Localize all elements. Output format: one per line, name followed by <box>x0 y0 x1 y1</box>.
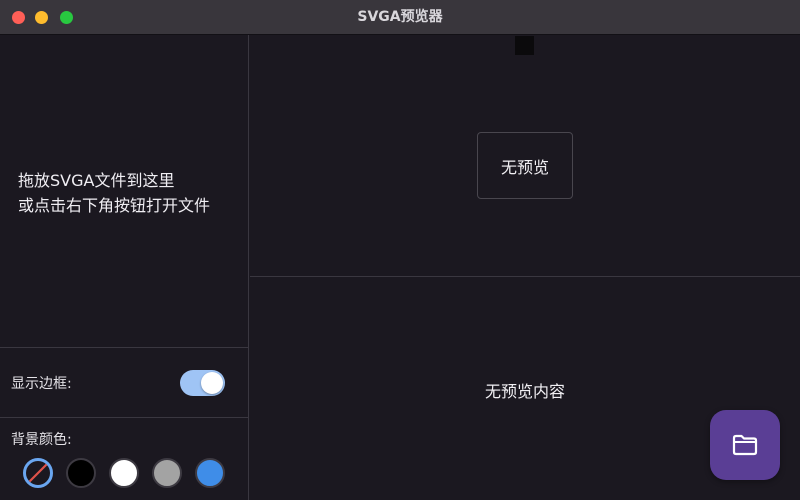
toggle-knob <box>201 372 223 394</box>
no-preview-placeholder: 无预览 <box>477 132 573 199</box>
show-border-label: 显示边框: <box>11 376 72 392</box>
open-file-button[interactable] <box>710 410 780 480</box>
drop-hint-line1: 拖放SVGA文件到这里 <box>18 171 175 190</box>
app-window: SVGA预览器 拖放SVGA文件到这里 或点击右下角按钮打开文件 显示边框: 背… <box>0 0 800 500</box>
drop-zone[interactable]: 拖放SVGA文件到这里 或点击右下角按钮打开文件 <box>18 168 210 218</box>
preview-anchor-block <box>515 36 534 55</box>
swatch-transparent[interactable] <box>23 458 53 488</box>
show-border-toggle[interactable] <box>180 370 225 396</box>
animation-preview-area: 无预览 <box>250 35 800 277</box>
swatch-gray[interactable] <box>152 458 182 488</box>
sidebar: 拖放SVGA文件到这里 或点击右下角按钮打开文件 显示边框: 背景颜色: <box>0 35 249 500</box>
background-color-label: 背景颜色: <box>11 432 72 448</box>
swatch-blue[interactable] <box>195 458 225 488</box>
folder-icon <box>732 434 758 456</box>
no-color-icon <box>28 463 48 483</box>
sidebar-divider <box>0 347 249 348</box>
sidebar-divider <box>0 417 249 418</box>
swatch-white[interactable] <box>109 458 139 488</box>
swatch-black[interactable] <box>66 458 96 488</box>
window-title: SVGA预览器 <box>357 9 443 25</box>
no-preview-content-label: 无预览内容 <box>484 382 565 401</box>
drop-hint-line2: 或点击右下角按钮打开文件 <box>18 196 211 215</box>
title-bar: SVGA预览器 <box>0 0 800 35</box>
